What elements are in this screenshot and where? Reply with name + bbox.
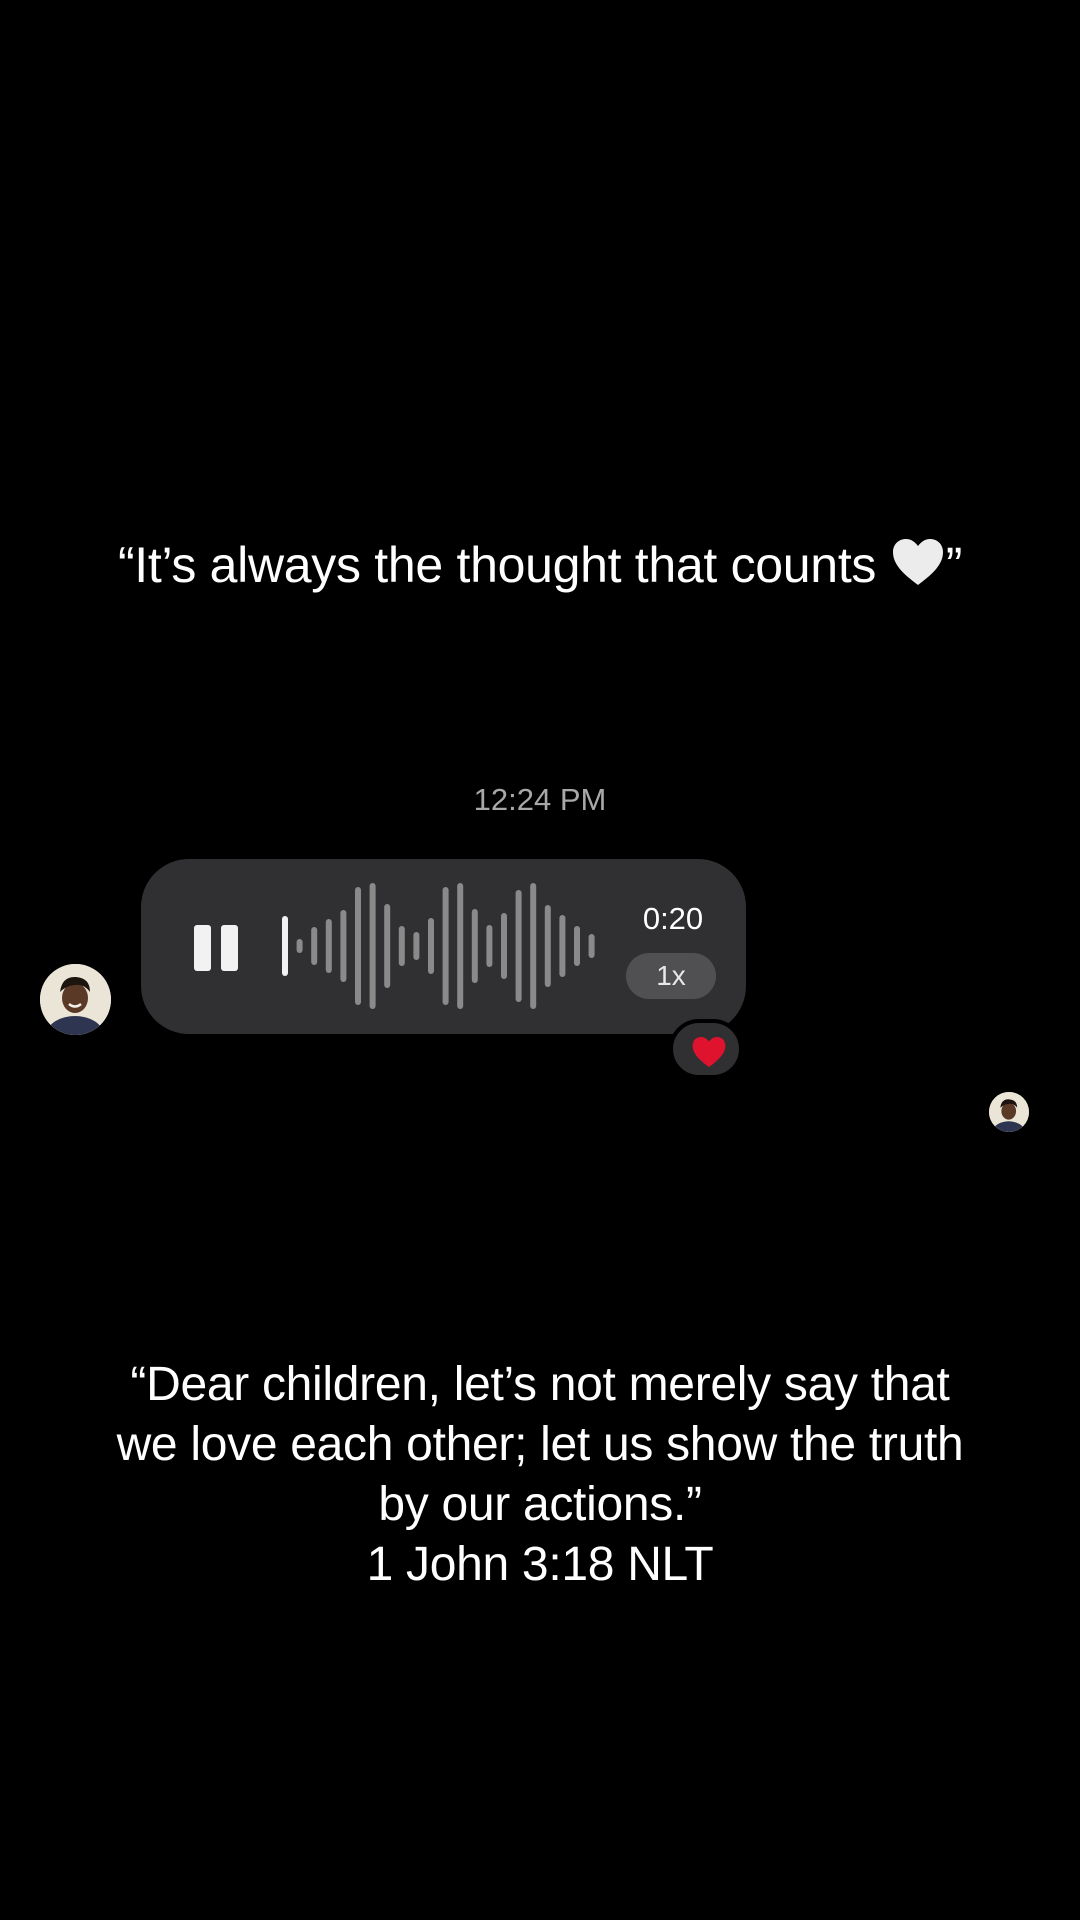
message-timestamp: 12:24 PM [473,782,607,817]
waveform-bar [515,890,522,1002]
waveform-bar [282,916,288,976]
playback-speed-button[interactable]: 1x [626,953,716,999]
quote-reference: 1 John 3:18 NLT [366,1538,714,1591]
waveform-bar [413,932,420,960]
waveform-bar [296,939,303,953]
caption-top-text: “It’s always the thought that counts [117,537,890,593]
caption-top: “It’s always the thought that counts ” [0,536,1080,594]
waveform-bar [428,918,434,974]
read-receipt-photo [989,1092,1029,1132]
waveform[interactable] [279,881,599,1011]
waveform-bar [398,926,405,966]
reaction-badge[interactable] [669,1019,743,1079]
avatar-photo [40,964,111,1035]
waveform-bar [355,887,361,1005]
waveform-bar [457,883,464,1009]
quote-line: “Dear children, let’s not merely say tha… [130,1358,950,1411]
waveform-bar [340,910,347,982]
bible-quote: “Dear children, let’s not merely say tha… [0,1355,1080,1595]
waveform-bar [311,927,318,965]
red-heart-icon [692,1036,726,1068]
waveform-bar [559,915,566,977]
waveform-bar [369,883,376,1009]
waveform-bar [325,919,332,973]
waveform-bar [486,925,493,967]
waveform-bar [442,887,449,1005]
voice-duration: 0:20 [642,901,704,936]
waveform-bar [574,926,580,966]
sender-avatar[interactable] [40,964,111,1035]
caption-top-close-quote: ” [945,537,963,593]
waveform-bar [530,883,537,1009]
waveform-bar [501,913,507,979]
waveform-bar [384,904,391,988]
pause-icon[interactable] [194,925,238,971]
voice-message-bubble[interactable]: 0:20 1x [141,859,746,1034]
waveform-bar [471,909,478,983]
read-receipt-avatar [989,1092,1029,1132]
white-heart-icon [892,539,943,585]
waveform-bar [544,905,551,987]
quote-line: by our actions.” [378,1478,702,1531]
waveform-bar [588,934,595,958]
quote-line: we love each other; let us show the trut… [116,1418,964,1471]
